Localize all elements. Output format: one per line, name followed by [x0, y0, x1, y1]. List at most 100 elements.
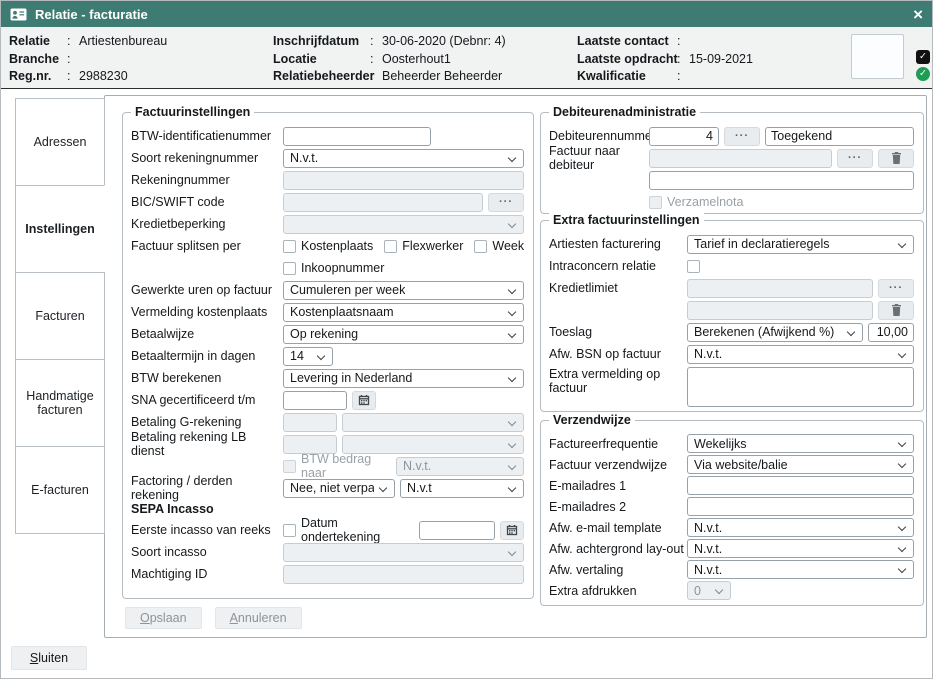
field-label: Soort incasso [131, 545, 283, 559]
checkbox-label: Flexwerker [402, 239, 463, 253]
afw-email-template-select[interactable]: N.v.t. [687, 518, 914, 537]
trash-icon [891, 304, 902, 316]
field-label: Laatste opdracht [577, 51, 677, 69]
chevron-down-icon [898, 349, 906, 357]
factuur-verzendwijze-select[interactable]: Via website/balie [687, 455, 914, 474]
afw-vertaling-select[interactable]: N.v.t. [687, 560, 914, 579]
tab-handmatige-facturen[interactable]: Handmatige facturen [15, 359, 105, 447]
calendar-icon [506, 524, 518, 536]
factuur-naar-debiteur-input [649, 149, 832, 168]
factuur-debiteur-delete-button[interactable] [878, 149, 914, 168]
bic-lookup-button[interactable]: ··· [488, 193, 524, 212]
extra-vermelding-textarea[interactable] [687, 367, 914, 407]
kostenplaats-checkbox[interactable] [283, 240, 296, 253]
close-window-button[interactable]: Sluiten [11, 646, 87, 670]
gewerkte-uren-select[interactable]: Cumuleren per week [283, 281, 524, 300]
sna-date-input[interactable] [283, 391, 347, 410]
eerste-incasso-checkbox[interactable] [283, 524, 296, 537]
afw-bsn-select[interactable]: N.v.t. [687, 345, 914, 364]
content-panel: Factuurinstellingen BTW-identificatienum… [104, 95, 927, 638]
calendar-icon [358, 394, 370, 406]
field-label: Locatie [273, 51, 370, 69]
field-value: 2988230 [79, 68, 128, 86]
field-label: Laatste contact [577, 33, 677, 51]
sna-calendar-button[interactable] [352, 391, 376, 410]
soort-rekeningnummer-select[interactable]: N.v.t. [283, 149, 524, 168]
chevron-down-icon [508, 153, 516, 161]
btw-id-input[interactable] [283, 127, 431, 146]
ondertekening-calendar-button[interactable] [500, 521, 524, 540]
cancel-button[interactable]: Annuleren [215, 607, 302, 629]
lb-dienst-number-input [283, 435, 337, 454]
debiteur-extra-input[interactable] [649, 171, 914, 190]
betaalwijze-select[interactable]: Op rekening [283, 325, 524, 344]
tab-e-facturen[interactable]: E-facturen [15, 446, 105, 534]
main-area: Adressen Instellingen Facturen Handmatig… [1, 89, 932, 678]
chevron-down-icon [379, 483, 387, 491]
header-column-1: Relatie:Artiestenbureau Branche: Reg.nr.… [9, 33, 167, 86]
btw-berekenen-select[interactable]: Levering in Nederland [283, 369, 524, 388]
field-label: Betaling G-rekening [131, 415, 283, 429]
emailadres-1-input[interactable] [687, 476, 914, 495]
toeslag-percentage-input[interactable] [868, 323, 914, 342]
chevron-down-icon [508, 219, 516, 227]
factoring-select[interactable]: Nee, niet verpand [283, 479, 395, 498]
factuur-debiteur-lookup-button[interactable]: ··· [837, 149, 873, 168]
checkbox-label: Kostenplaats [301, 239, 373, 253]
verzamelnota-checkbox [649, 196, 662, 209]
field-label: Reg.nr. [9, 68, 67, 86]
active-checkbox-icon[interactable]: ✓ [916, 50, 930, 64]
extra-afdrukken-select: 0 [687, 581, 731, 600]
intraconcern-checkbox[interactable] [687, 260, 700, 273]
field-value: Beheerder Beheerder [382, 68, 502, 86]
chevron-down-icon [715, 586, 723, 594]
kredietlimiet-delete-button[interactable] [878, 301, 914, 320]
form-actions: Opslaan Annuleren [125, 607, 302, 629]
field-value: 15-09-2021 [689, 51, 753, 69]
header-column-3: Laatste contact: Laatste opdracht:15-09-… [577, 33, 753, 86]
field-label: Betaling rekening LB dienst [131, 430, 283, 458]
vermelding-kostenplaats-select[interactable]: Kostenplaatsnaam [283, 303, 524, 322]
tab-adressen[interactable]: Adressen [15, 98, 105, 186]
group-factuurinstellingen: Factuurinstellingen BTW-identificatienum… [122, 112, 534, 599]
save-button[interactable]: Opslaan [125, 607, 202, 629]
toeslag-select[interactable]: Berekenen (Afwijkend %) [687, 323, 863, 342]
checkbox-label: Inkoopnummer [301, 261, 384, 275]
checkbox-label: Week [492, 239, 524, 253]
chevron-down-icon [898, 460, 906, 468]
artiesten-facturering-select[interactable]: Tarief in declaratieregels [687, 235, 914, 254]
factureerfrequentie-select[interactable]: Wekelijks [687, 434, 914, 453]
field-label: Afw. achtergrond lay-out [549, 542, 687, 556]
debiteur-lookup-button[interactable]: ··· [724, 127, 760, 146]
field-label: Factuur verzendwijze [549, 458, 687, 472]
afw-achtergrond-layout-select[interactable]: N.v.t. [687, 539, 914, 558]
field-label: SNA gecertificeerd t/m [131, 393, 283, 407]
betaaltermijn-select[interactable]: 14 [283, 347, 333, 366]
close-icon[interactable]: × [913, 6, 923, 23]
approved-status-icon: ✓ [916, 67, 930, 81]
field-label: Extra afdrukken [549, 584, 687, 598]
flexwerker-checkbox[interactable] [384, 240, 397, 253]
kredietlimiet-lookup-button[interactable]: ··· [878, 279, 914, 298]
datum-ondertekening-input[interactable] [419, 521, 495, 540]
emailadres-2-input[interactable] [687, 497, 914, 516]
chevron-down-icon [508, 461, 516, 469]
week-checkbox[interactable] [474, 240, 487, 253]
chevron-down-icon [898, 439, 906, 447]
relation-header: Relatie:Artiestenbureau Branche: Reg.nr.… [1, 27, 932, 89]
field-label: Toeslag [549, 325, 687, 339]
kredietbeperking-select [283, 215, 524, 234]
chevron-down-icon [508, 373, 516, 381]
trash-icon [891, 152, 902, 164]
field-label: Afw. vertaling [549, 563, 687, 577]
kredietlimiet-input [687, 279, 873, 298]
field-label: BTW-identificatienummer [131, 129, 283, 143]
chevron-down-icon [508, 307, 516, 315]
factoring-rekening-select[interactable]: N.v.t [400, 479, 524, 498]
field-label: Kredietlimiet [549, 281, 687, 295]
tab-facturen[interactable]: Facturen [15, 272, 105, 360]
chevron-down-icon [508, 547, 516, 555]
inkoopnummer-checkbox[interactable] [283, 262, 296, 275]
tab-instellingen[interactable]: Instellingen [15, 185, 105, 273]
debiteurennummer-input[interactable] [649, 127, 719, 146]
